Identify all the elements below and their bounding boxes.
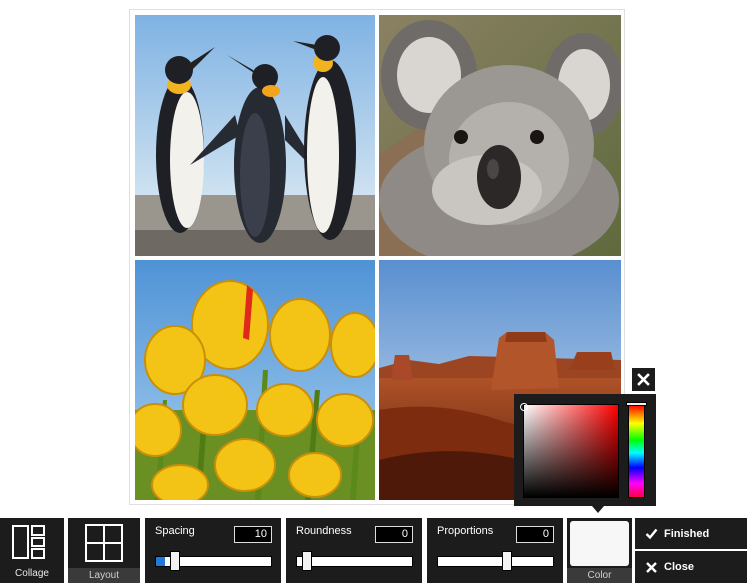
roundness-slider-track[interactable] bbox=[296, 556, 413, 567]
spacing-slider-handle[interactable] bbox=[170, 551, 181, 571]
layout-tool-button[interactable]: Layout bbox=[68, 518, 140, 583]
checkmark-icon bbox=[645, 528, 658, 540]
proportions-value-input[interactable]: 0 bbox=[516, 526, 554, 543]
proportions-label: Proportions bbox=[437, 525, 494, 537]
close-button-label: Close bbox=[664, 561, 694, 573]
bottom-toolbar: Collage Layout Spacing 10 Roundness 0 Pr… bbox=[0, 518, 747, 583]
hue-slider-handle[interactable] bbox=[626, 402, 647, 406]
photo-tulips[interactable] bbox=[135, 260, 375, 500]
saturation-value-area[interactable] bbox=[523, 404, 619, 498]
close-icon bbox=[637, 373, 650, 386]
spacing-value-input[interactable]: 10 bbox=[234, 526, 272, 543]
collage-editor: Collage Layout Spacing 10 Roundness 0 Pr… bbox=[0, 0, 747, 583]
grid-layout-icon bbox=[85, 524, 123, 562]
color-picker-handle[interactable] bbox=[520, 403, 528, 411]
photo-penguins[interactable] bbox=[135, 15, 375, 256]
roundness-value-input[interactable]: 0 bbox=[375, 526, 413, 543]
color-tool-label: Color bbox=[567, 568, 632, 583]
collage-tool-label: Collage bbox=[15, 568, 49, 579]
collage-tool-button[interactable]: Collage bbox=[0, 518, 64, 583]
finished-button[interactable]: Finished bbox=[635, 518, 747, 549]
hue-slider[interactable] bbox=[628, 404, 645, 498]
close-color-picker-button[interactable] bbox=[632, 368, 655, 391]
proportions-slider-track[interactable] bbox=[437, 556, 554, 567]
proportions-control: Proportions 0 bbox=[427, 518, 563, 583]
photo-koala[interactable] bbox=[379, 15, 621, 256]
finished-button-label: Finished bbox=[664, 527, 710, 540]
close-button[interactable]: Close bbox=[635, 551, 747, 583]
roundness-slider-handle[interactable] bbox=[302, 551, 312, 571]
spacing-slider-fill bbox=[156, 557, 166, 566]
close-icon bbox=[646, 561, 657, 573]
color-swatch[interactable] bbox=[570, 521, 629, 566]
spacing-control: Spacing 10 bbox=[145, 518, 281, 583]
layout-tool-label: Layout bbox=[68, 568, 140, 583]
spacing-label: Spacing bbox=[155, 525, 195, 537]
roundness-label: Roundness bbox=[296, 525, 352, 537]
collage-icon bbox=[12, 525, 45, 559]
proportions-slider-handle[interactable] bbox=[501, 551, 512, 571]
color-picker-pointer bbox=[592, 506, 604, 513]
roundness-control: Roundness 0 bbox=[286, 518, 422, 583]
color-picker[interactable] bbox=[514, 394, 656, 506]
color-tool-button[interactable]: Color bbox=[567, 518, 632, 583]
